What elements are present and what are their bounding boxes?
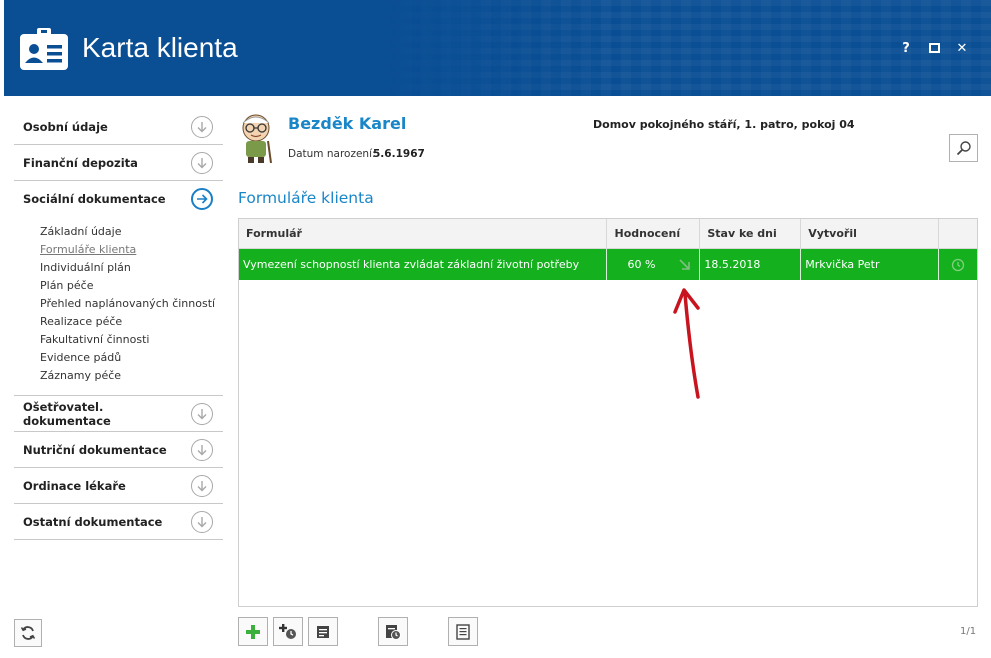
sidebar-item-realizace-pece[interactable]: Realizace péče <box>40 313 223 331</box>
sidebar-item-zaznamy-pece[interactable]: Záznamy péče <box>40 367 223 385</box>
client-avatar <box>242 114 272 163</box>
add-form-button[interactable] <box>238 617 268 646</box>
maximize-button[interactable] <box>927 40 941 56</box>
trend-down-arrow-icon <box>679 259 691 270</box>
search-icon <box>956 141 971 156</box>
cell-author: Mrkvička Petr <box>801 249 940 280</box>
forms-title: Formuláře klienta <box>238 189 374 207</box>
edit-form-button[interactable] <box>308 617 338 646</box>
dob-value: 5.6.1967 <box>373 148 425 160</box>
sidebar-section-financni-depozita[interactable]: Finanční depozita <box>14 145 223 181</box>
cell-form: Vymezení schopností klienta zvládat zákl… <box>239 249 608 280</box>
rating-value: 60 % <box>627 258 656 271</box>
arrow-down-circle-icon <box>191 474 213 497</box>
sidebar-section-osobni-udaje[interactable]: Osobní údaje <box>14 109 223 145</box>
sidebar-item-fakultativni-cinnosti[interactable]: Fakultativní činnosti <box>40 331 223 349</box>
sidebar-section-ostatni-dokumentace[interactable]: Ostatní dokumentace <box>14 504 223 540</box>
cell-action <box>939 249 977 280</box>
sidebar-item-plan-pece[interactable]: Plán péče <box>40 277 223 295</box>
column-header-stav-ke-dni[interactable]: Stav ke dni <box>700 219 802 248</box>
column-header-vytvoril[interactable]: Vytvořil <box>801 219 940 248</box>
column-header-actions <box>939 219 977 248</box>
arrow-down-circle-icon <box>191 438 213 461</box>
page-indicator: 1/1 <box>960 626 977 637</box>
sidebar: Osobní údaje Finanční depozita Sociální … <box>14 109 223 540</box>
sidebar-section-label: Ošetřovatel. dokumentace <box>23 399 111 428</box>
app-title: Karta klienta <box>82 32 238 63</box>
column-header-formular[interactable]: Formulář <box>239 219 608 248</box>
arrow-down-circle-icon <box>191 402 213 425</box>
close-button[interactable]: ✕ <box>955 40 969 56</box>
table-header: Formulář Hodnocení Stav ke dni Vytvořil <box>239 219 977 249</box>
sidebar-item-evidence-padu[interactable]: Evidence pádů <box>40 349 223 367</box>
arrow-down-circle-icon <box>191 151 213 174</box>
form-history-button[interactable] <box>378 617 408 646</box>
id-card-icon <box>20 28 68 70</box>
dob-label: Datum narození: <box>288 148 376 160</box>
cell-rating: 60 % <box>607 249 701 280</box>
print-list-button[interactable] <box>448 617 478 646</box>
column-header-hodnoceni[interactable]: Hodnocení <box>607 219 701 248</box>
sidebar-item-individualni-plan[interactable]: Individuální plán <box>40 259 223 277</box>
maximize-icon <box>928 43 940 53</box>
sidebar-section-label: Nutriční dokumentace <box>23 442 167 457</box>
app-header: Karta klienta ? ✕ <box>4 0 991 96</box>
history-icon[interactable] <box>951 258 965 272</box>
add-scheduled-button[interactable] <box>273 617 303 646</box>
sidebar-item-prehled-cinnosti[interactable]: Přehled naplánovaných činností <box>40 295 223 313</box>
sidebar-section-ordinace-lekare[interactable]: Ordinace lékaře <box>14 468 223 504</box>
annotation-arrow <box>673 288 700 399</box>
sidebar-section-label: Finanční depozita <box>23 155 138 170</box>
arrow-down-circle-icon <box>191 115 213 138</box>
sidebar-section-label: Osobní údaje <box>23 119 108 134</box>
client-name: Bezděk Karel <box>288 114 407 133</box>
sidebar-section-nutricni-dokumentace[interactable]: Nutriční dokumentace <box>14 432 223 468</box>
sidebar-section-label: Ostatní dokumentace <box>23 514 163 529</box>
help-button[interactable]: ? <box>899 40 913 56</box>
window-controls: ? ✕ <box>899 40 969 56</box>
sidebar-item-formulare-klienta[interactable]: Formuláře klienta <box>40 241 223 259</box>
document-edit-icon <box>317 625 329 638</box>
header-pattern <box>371 0 991 96</box>
table-row[interactable]: Vymezení schopností klienta zvládat zákl… <box>239 249 977 280</box>
client-location: Domov pokojného stáří, 1. patro, pokoj 0… <box>593 118 855 131</box>
refresh-button[interactable] <box>14 619 42 647</box>
forms-table: Formulář Hodnocení Stav ke dni Vytvořil … <box>238 218 978 607</box>
add-clock-icon <box>279 623 296 639</box>
cell-date: 18.5.2018 <box>700 249 802 280</box>
sidebar-section-label: Sociální dokumentace <box>23 192 166 206</box>
document-clock-icon <box>386 624 401 640</box>
sidebar-section-socialni-dokumentace[interactable]: Sociální dokumentace <box>14 181 223 217</box>
document-list-icon <box>456 623 470 640</box>
search-button[interactable] <box>949 134 978 162</box>
arrow-down-circle-icon <box>191 510 213 533</box>
refresh-icon <box>20 626 36 640</box>
arrow-right-circle-icon <box>191 188 213 210</box>
plus-icon <box>246 624 260 639</box>
sidebar-subitems: Základní údaje Formuláře klienta Individ… <box>14 217 223 396</box>
sidebar-item-zakladni-udaje[interactable]: Základní údaje <box>40 223 223 241</box>
sidebar-section-osetrovatel-dokumentace[interactable]: Ošetřovatel. dokumentace <box>14 396 223 432</box>
sidebar-section-label: Ordinace lékaře <box>23 478 126 493</box>
